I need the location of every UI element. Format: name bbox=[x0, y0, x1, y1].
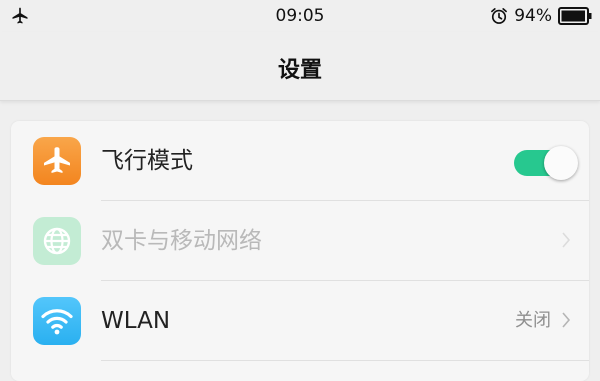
wifi-icon bbox=[33, 297, 81, 345]
settings-card: 飞行模式 双卡与移动网络 WLAN 关闭 bbox=[11, 121, 589, 381]
chevron-right-icon bbox=[562, 232, 571, 248]
status-right-group: 94% bbox=[489, 5, 592, 27]
page-title: 设置 bbox=[277, 58, 322, 83]
alarm-clock-icon bbox=[491, 8, 508, 24]
globe-icon bbox=[33, 217, 81, 265]
airplane-mode-label: 飞行模式 bbox=[101, 148, 193, 174]
battery-percent: 94% bbox=[514, 6, 552, 26]
airplane-mode-toggle[interactable] bbox=[514, 146, 578, 180]
title-bar: 设置 bbox=[0, 32, 600, 101]
wlan-status-value: 关闭 bbox=[515, 310, 551, 331]
airplane-mode-icon bbox=[33, 137, 81, 185]
status-bar: 09:05 94% bbox=[0, 0, 600, 32]
settings-item-dual-sim-mobile-network[interactable]: 双卡与移动网络 bbox=[11, 201, 589, 281]
settings-item-airplane-mode[interactable]: 飞行模式 bbox=[11, 121, 589, 201]
settings-item-wlan[interactable]: WLAN 关闭 bbox=[11, 281, 589, 361]
chevron-right-icon bbox=[562, 312, 571, 328]
dual-sim-mobile-network-label: 双卡与移动网络 bbox=[101, 228, 262, 254]
divider bbox=[101, 360, 589, 361]
wlan-label: WLAN bbox=[101, 308, 171, 334]
battery-icon bbox=[558, 7, 592, 25]
toggle-knob bbox=[544, 146, 578, 180]
